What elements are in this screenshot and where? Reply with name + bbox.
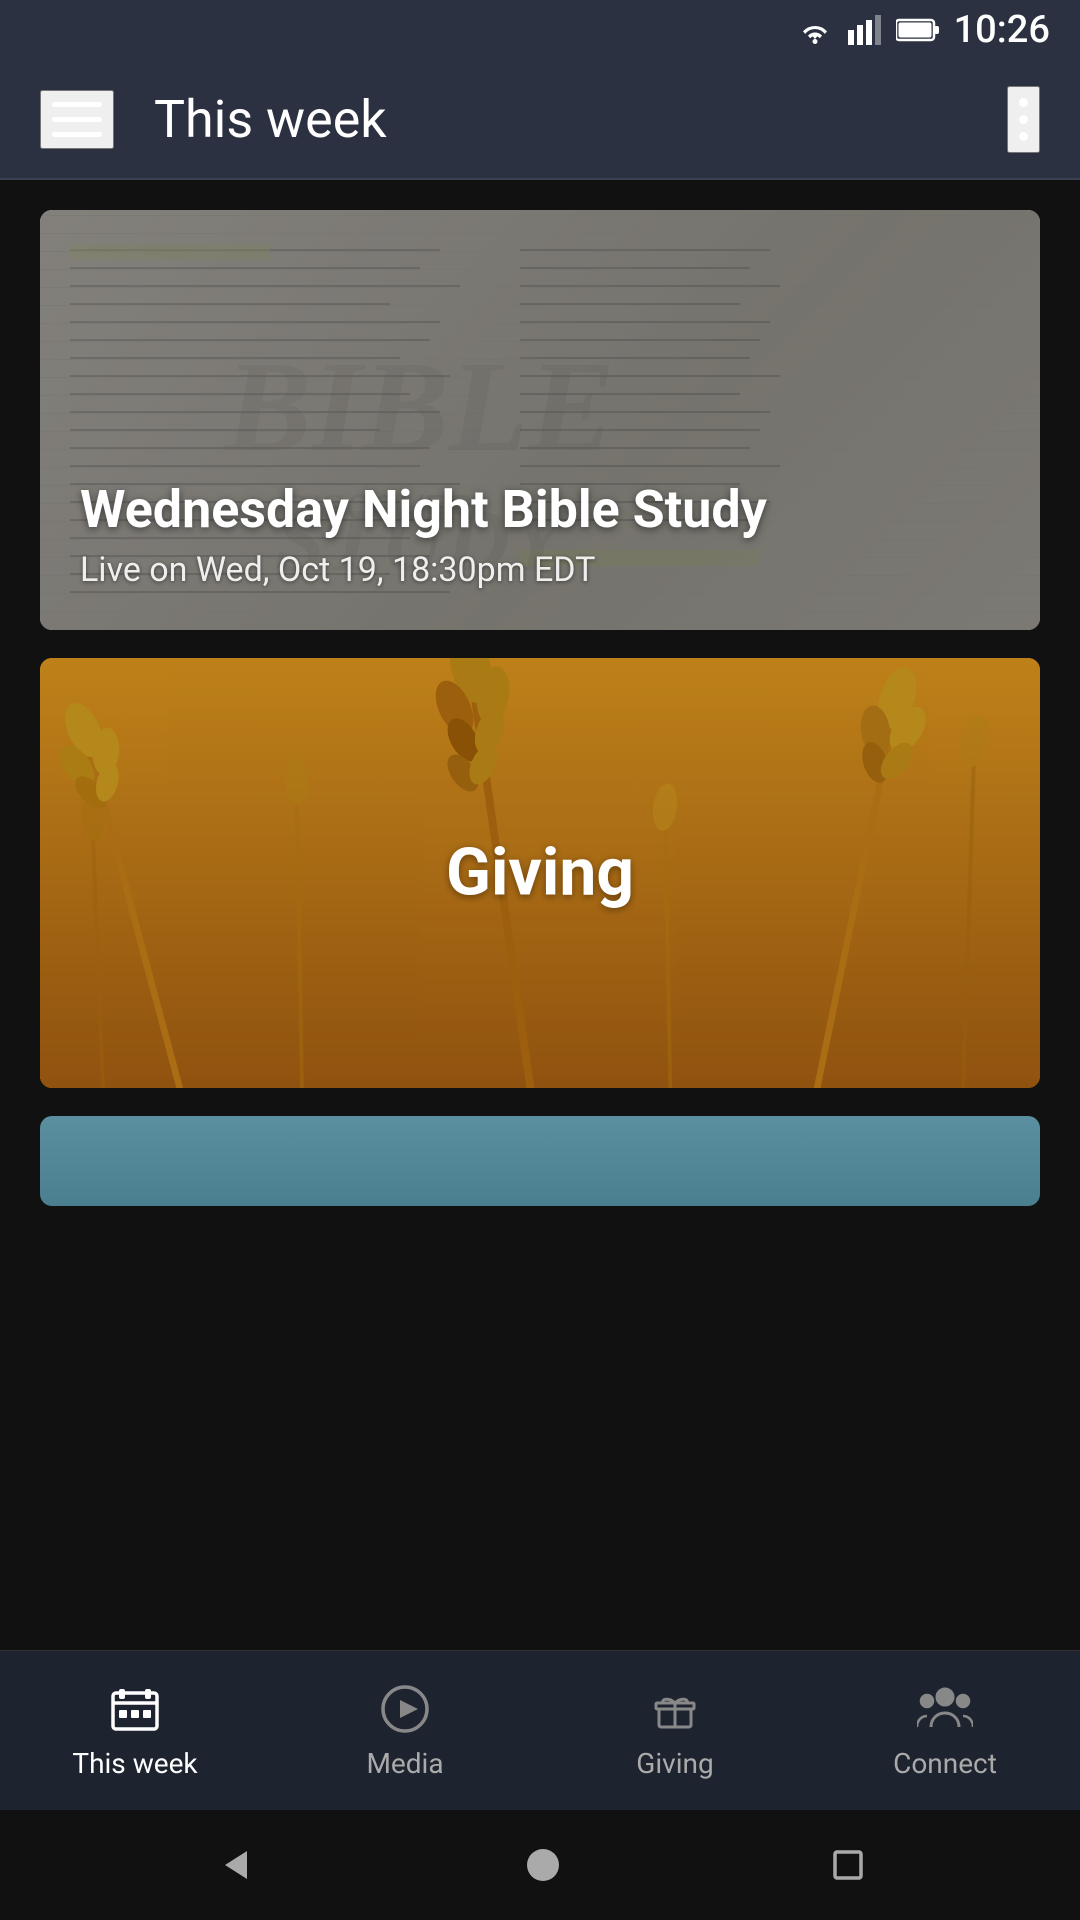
nav-giving-label: Giving bbox=[636, 1747, 713, 1780]
status-icons: 10:26 bbox=[796, 8, 1050, 52]
hamburger-line-3 bbox=[52, 132, 102, 137]
bible-study-subtitle: Live on Wed, Oct 19, 18:30pm EDT bbox=[80, 550, 1000, 590]
giving-title: Giving bbox=[446, 835, 634, 912]
nav-media[interactable]: Media bbox=[270, 1671, 540, 1790]
nav-this-week-label: This week bbox=[72, 1747, 197, 1780]
bottom-nav: This week Media Giving bbox=[0, 1650, 1080, 1810]
more-dot-2 bbox=[1019, 115, 1028, 124]
bible-study-card[interactable]: BIBLE STUDY DISCOVER Wednesday Night Bib… bbox=[40, 210, 1040, 630]
hamburger-line-2 bbox=[52, 117, 102, 122]
status-bar: 10:26 bbox=[0, 0, 1080, 60]
giving-card[interactable]: Giving bbox=[40, 658, 1040, 1088]
gift-icon bbox=[647, 1681, 703, 1737]
calendar-icon bbox=[107, 1681, 163, 1737]
status-time: 10:26 bbox=[954, 8, 1050, 52]
third-card[interactable] bbox=[40, 1116, 1040, 1206]
nav-connect[interactable]: Connect bbox=[810, 1671, 1080, 1790]
nav-giving[interactable]: Giving bbox=[540, 1671, 810, 1790]
wifi-icon bbox=[796, 15, 834, 45]
recent-apps-button[interactable] bbox=[831, 1848, 865, 1882]
home-button[interactable] bbox=[525, 1847, 561, 1883]
hamburger-line-1 bbox=[52, 102, 102, 107]
more-options-button[interactable] bbox=[1007, 86, 1040, 153]
giving-card-content: Giving bbox=[446, 835, 634, 912]
recent-apps-icon bbox=[831, 1848, 865, 1882]
signal-icon bbox=[848, 15, 882, 45]
nav-media-label: Media bbox=[366, 1747, 443, 1780]
bible-card-content: Wednesday Night Bible Study Live on Wed,… bbox=[40, 450, 1040, 630]
back-button[interactable] bbox=[215, 1845, 255, 1885]
more-dot-3 bbox=[1019, 132, 1028, 141]
main-content: BIBLE STUDY DISCOVER Wednesday Night Bib… bbox=[0, 180, 1080, 1650]
page-title: This week bbox=[154, 89, 1007, 150]
play-icon bbox=[377, 1681, 433, 1737]
home-circle-icon bbox=[525, 1847, 561, 1883]
nav-this-week[interactable]: This week bbox=[0, 1671, 270, 1790]
people-icon bbox=[917, 1681, 973, 1737]
app-bar: This week bbox=[0, 60, 1080, 180]
system-nav-bar bbox=[0, 1810, 1080, 1920]
nav-connect-label: Connect bbox=[893, 1747, 997, 1780]
more-dot-1 bbox=[1019, 98, 1028, 107]
back-arrow-icon bbox=[215, 1845, 255, 1885]
battery-icon bbox=[896, 17, 940, 43]
bible-study-title: Wednesday Night Bible Study bbox=[80, 480, 1000, 540]
hamburger-button[interactable] bbox=[40, 90, 114, 149]
